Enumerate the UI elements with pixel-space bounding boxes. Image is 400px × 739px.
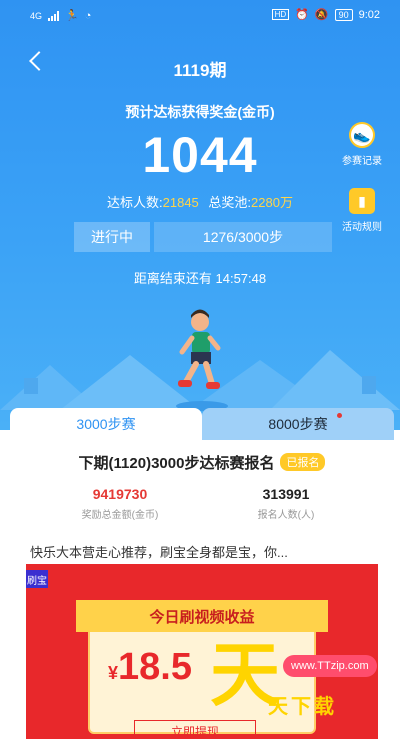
reached-value: 21845 bbox=[162, 195, 199, 210]
runner-leg bbox=[203, 361, 215, 387]
activity-rules-label: 活动规则 bbox=[342, 222, 382, 233]
ad-currency: ¥ bbox=[108, 663, 119, 683]
running-person-icon: 🏃 bbox=[65, 10, 79, 22]
countdown-text: 距离结束还有 14:57:48 bbox=[133, 271, 267, 286]
network-label: 4G bbox=[30, 10, 43, 21]
reached-label: 达标人数: bbox=[107, 195, 163, 210]
tab-3000-steps[interactable]: 3000步赛 bbox=[10, 408, 202, 440]
ad-ribbon: 今日刷视频收益 bbox=[76, 600, 328, 632]
withdraw-button[interactable]: 立即提现 bbox=[134, 720, 256, 739]
wifi-icon: ◔ bbox=[84, 9, 92, 22]
rulebook-icon: ▮ bbox=[349, 188, 375, 214]
hd-icon: HD bbox=[271, 9, 290, 20]
progress-row: 进行中 1276/3000步 bbox=[74, 222, 332, 252]
total-reward-metric: 9419730 奖励总金额(金币) bbox=[40, 486, 200, 521]
status-time: 9:02 bbox=[358, 8, 380, 21]
news-headline[interactable]: 快乐大本营走心推荐，刷宝全身都是宝，你... bbox=[30, 542, 288, 561]
battery-indicator: 90 bbox=[334, 8, 353, 21]
castle-shape bbox=[362, 376, 376, 394]
status-tag: 进行中 bbox=[74, 222, 150, 252]
alarm-icon: ⏰ bbox=[295, 9, 309, 21]
race-tabs: 3000步赛 8000步赛 bbox=[10, 408, 394, 440]
status-left: 4G 🏃 ◔ bbox=[30, 9, 92, 23]
tab-8000-steps[interactable]: 8000步赛 bbox=[202, 408, 394, 440]
watermark-url: www.TTzip.com bbox=[283, 655, 377, 677]
status-bar: 4G 🏃 ◔ HD ⏰ 🔕 90 9:02 bbox=[0, 0, 400, 30]
prize-subtitle: 预计达标获得奖金(金币) bbox=[125, 104, 275, 120]
mountain-shape bbox=[270, 350, 400, 410]
mute-icon: 🔕 bbox=[314, 9, 329, 21]
activity-rules-button[interactable]: ▮ 活动规则 bbox=[332, 188, 392, 233]
runner-shirt bbox=[192, 332, 210, 354]
signal-icon bbox=[48, 10, 60, 21]
page-title: 1119期 bbox=[173, 61, 227, 80]
hero-section: 4G 🏃 ◔ HD ⏰ 🔕 90 9:02 1119期 预计达标获得奖金(金币)… bbox=[0, 0, 400, 430]
match-record-button[interactable]: 👟 参赛记录 bbox=[332, 122, 392, 167]
phone-screen: 4G 🏃 ◔ HD ⏰ 🔕 90 9:02 1119期 预计达标获得奖金(金币)… bbox=[0, 0, 400, 739]
tab-8000-label: 8000步赛 bbox=[268, 416, 328, 432]
watermark-brand: 天下载 bbox=[268, 696, 337, 718]
runner-leg bbox=[183, 361, 199, 385]
runner-shoe bbox=[206, 382, 220, 389]
signup-title: 下期(1120)3000步达标赛报名 bbox=[78, 455, 275, 472]
new-dot-indicator bbox=[337, 413, 342, 418]
step-progress: 1276/3000步 bbox=[154, 222, 332, 252]
ad-amount: ¥18.5 bbox=[108, 646, 192, 689]
sneaker-icon: 👟 bbox=[349, 122, 375, 148]
runner-arm bbox=[179, 335, 195, 355]
runner-shoe bbox=[178, 380, 192, 387]
match-record-label: 参赛记录 bbox=[342, 156, 382, 167]
participants-label: 报名人数(人) bbox=[257, 510, 315, 521]
participants-value: 313991 bbox=[262, 486, 310, 502]
ad-source-tag: 刷宝 bbox=[26, 570, 48, 588]
castle-shape bbox=[24, 378, 38, 394]
registered-badge: 已报名 bbox=[280, 453, 326, 471]
total-reward-label: 奖励总金额(金币) bbox=[81, 510, 159, 521]
total-reward-value: 9419730 bbox=[92, 486, 148, 502]
status-right: HD ⏰ 🔕 90 9:02 bbox=[271, 8, 380, 21]
participants-metric: 313991 报名人数(人) bbox=[206, 486, 366, 521]
signup-title-row: 下期(1120)3000步达标赛报名 已报名 bbox=[10, 452, 394, 473]
runner-arm bbox=[207, 335, 221, 351]
ad-amount-value: 18.5 bbox=[118, 646, 192, 688]
runner-head bbox=[191, 313, 209, 331]
pool-label: 总奖池: bbox=[208, 195, 252, 210]
pool-value: 2280万 bbox=[251, 195, 293, 210]
